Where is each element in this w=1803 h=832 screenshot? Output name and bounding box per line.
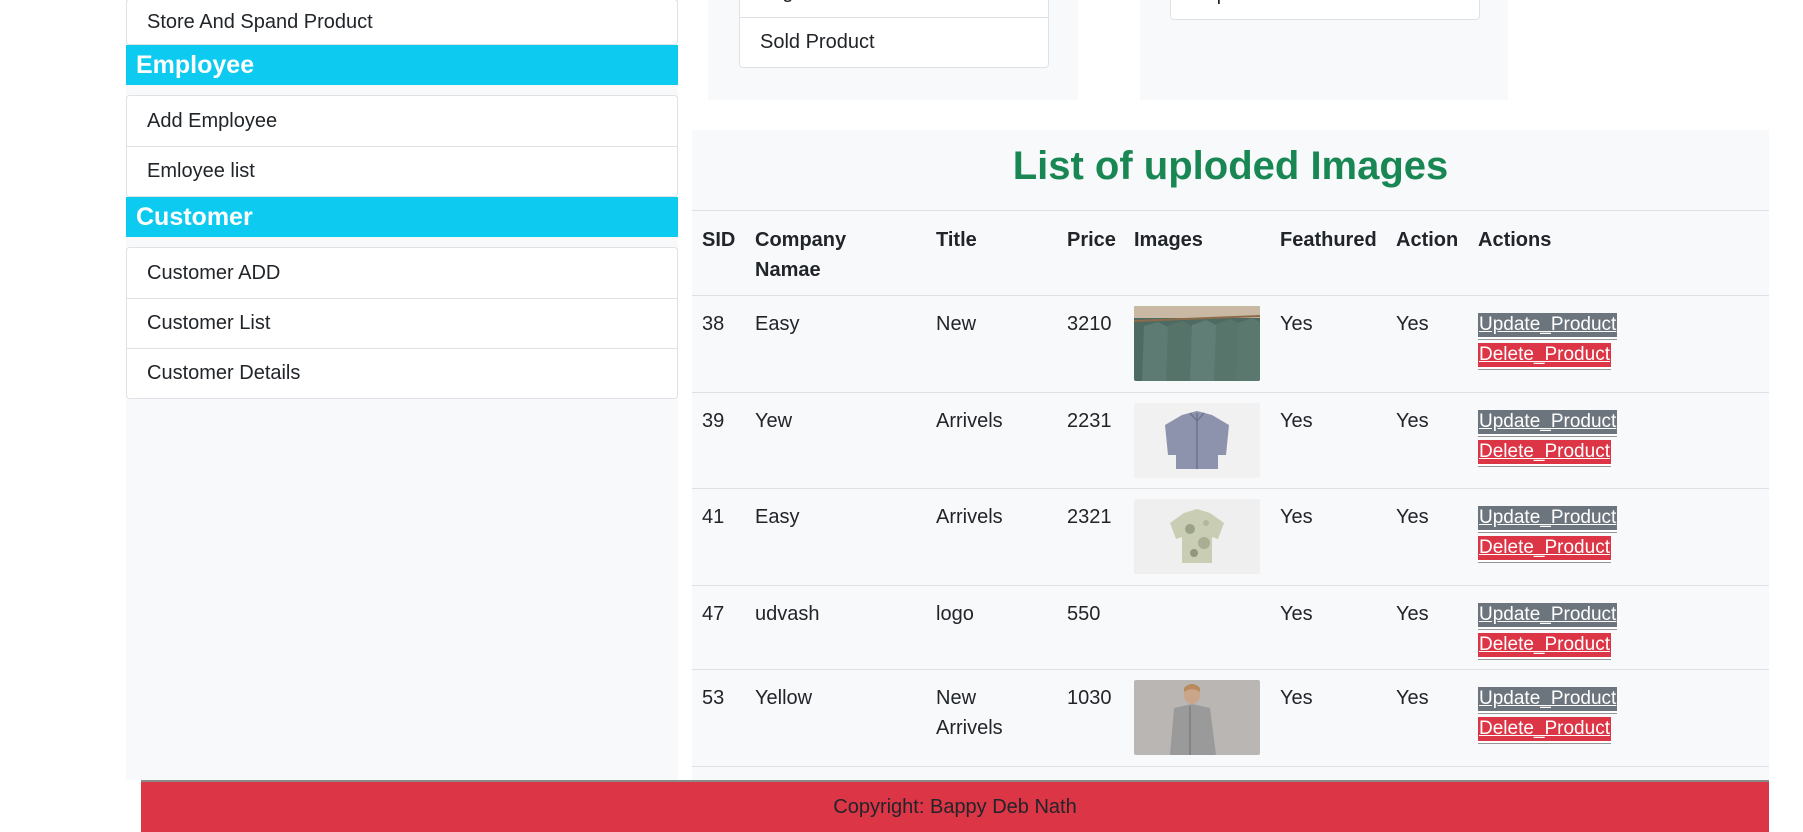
- cell-price: 2231: [1057, 392, 1124, 489]
- cell-company: Yellow: [745, 669, 926, 767]
- cell-company: Easy: [745, 488, 926, 586]
- cell-action: Yes: [1386, 669, 1468, 767]
- column-header-featured: Feathured: [1270, 211, 1386, 296]
- sidebar-item-customer-add[interactable]: Customer ADD: [127, 248, 677, 298]
- sidebar-item-employee-list[interactable]: Emloyee list: [127, 146, 677, 196]
- employee-list-group: Add Employee Emloyee list: [126, 95, 678, 197]
- update-product-button[interactable]: Update_Product: [1478, 313, 1618, 339]
- delete-product-button[interactable]: Delete_Product: [1478, 343, 1611, 369]
- cell-actions: Update_Product Delete_Product: [1468, 669, 1769, 767]
- cell-company: udvash: [745, 585, 926, 670]
- images-table: SID Company Namae Title Price Images Fea…: [692, 211, 1769, 767]
- top-left-list-group: Login Sold Product: [739, 0, 1049, 68]
- product-image-green-tshirts: [1134, 306, 1260, 381]
- table-header-row: SID Company Namae Title Price Images Fea…: [692, 211, 1769, 296]
- table-row: 41 Easy Arrivels 2321 Yes Yes Update_Pro…: [692, 488, 1769, 586]
- images-section-title: List of uploded Images: [692, 130, 1769, 211]
- table-row: 38 Easy New 3210 Yes Yes Update_Product …: [692, 295, 1769, 393]
- delete-product-button[interactable]: Delete_Product: [1478, 536, 1611, 562]
- cell-action: Yes: [1386, 488, 1468, 586]
- cell-title: New: [926, 295, 1057, 393]
- cell-image: [1124, 488, 1270, 586]
- product-image-model-grey-jacket: [1134, 680, 1260, 755]
- cell-actions: Update_Product Delete_Product: [1468, 488, 1769, 586]
- delete-product-button[interactable]: Delete_Product: [1478, 440, 1611, 466]
- cell-sid: 38: [692, 295, 745, 393]
- cell-price: 2321: [1057, 488, 1124, 586]
- column-header-sid: SID: [692, 211, 745, 296]
- cell-featured: Yes: [1270, 295, 1386, 393]
- cell-title: New Arrivels: [926, 669, 1057, 767]
- menu-item-sold-product[interactable]: Sold Product: [740, 17, 1048, 67]
- cell-title: logo: [926, 585, 1057, 670]
- cell-sid: 47: [692, 585, 745, 670]
- cell-featured: Yes: [1270, 392, 1386, 489]
- employee-section-header: Employee: [126, 45, 678, 85]
- delete-product-button[interactable]: Delete_Product: [1478, 633, 1611, 659]
- customer-section-header: Customer: [126, 197, 678, 237]
- sidebar-item-customer-list[interactable]: Customer List: [127, 298, 677, 348]
- cell-action: Yes: [1386, 585, 1468, 670]
- update-product-button[interactable]: Update_Product: [1478, 603, 1618, 629]
- update-product-button[interactable]: Update_Product: [1478, 410, 1618, 436]
- cell-price: 550: [1057, 585, 1124, 670]
- cell-sid: 41: [692, 488, 745, 586]
- cell-sid: 53: [692, 669, 745, 767]
- menu-item-report[interactable]: Report: [1171, 0, 1479, 19]
- column-header-price: Price: [1057, 211, 1124, 296]
- column-header-action: Action: [1386, 211, 1468, 296]
- cell-actions: Update_Product Delete_Product: [1468, 295, 1769, 393]
- store-list-group: Store And Spand Product: [126, 0, 678, 45]
- cell-title: Arrivels: [926, 488, 1057, 586]
- menu-item-login[interactable]: Login: [740, 0, 1048, 17]
- copyright-text: Copyright: Bappy Deb Nath: [833, 795, 1077, 818]
- cell-featured: Yes: [1270, 488, 1386, 586]
- cell-image: [1124, 669, 1270, 767]
- cell-image-empty: [1124, 585, 1270, 670]
- column-header-company: Company Namae: [745, 211, 926, 296]
- sidebar-item-store-spend[interactable]: Store And Spand Product: [127, 0, 677, 44]
- update-product-button[interactable]: Update_Product: [1478, 506, 1618, 532]
- cell-price: 3210: [1057, 295, 1124, 393]
- cell-action: Yes: [1386, 392, 1468, 489]
- delete-product-button[interactable]: Delete_Product: [1478, 717, 1611, 743]
- product-image-camouflage-shirt: [1134, 499, 1260, 574]
- update-product-button[interactable]: Update_Product: [1478, 687, 1618, 713]
- column-header-title: Title: [926, 211, 1057, 296]
- uploaded-images-panel: List of uploded Images SID Company Namae…: [692, 130, 1769, 780]
- cell-action: Yes: [1386, 295, 1468, 393]
- cell-image: [1124, 295, 1270, 393]
- table-row: 53 Yellow New Arrivels 1030 Yes Yes Upda…: [692, 669, 1769, 767]
- top-right-card: Report: [1140, 0, 1508, 100]
- table-row: 47 udvash logo 550 Yes Yes Update_Produc…: [692, 585, 1769, 670]
- table-row: 39 Yew Arrivels 2231 Yes Yes Update_Prod…: [692, 392, 1769, 489]
- cell-title: Arrivels: [926, 392, 1057, 489]
- sidebar-item-add-employee[interactable]: Add Employee: [127, 96, 677, 146]
- cell-actions: Update_Product Delete_Product: [1468, 585, 1769, 670]
- customer-list-group: Customer ADD Customer List Customer Deta…: [126, 247, 678, 399]
- cell-company: Yew: [745, 392, 926, 489]
- cell-image: [1124, 392, 1270, 489]
- column-header-actions: Actions: [1468, 211, 1769, 296]
- footer: Copyright: Bappy Deb Nath: [141, 780, 1769, 832]
- sidebar-item-customer-details[interactable]: Customer Details: [127, 348, 677, 398]
- cell-sid: 39: [692, 392, 745, 489]
- top-left-card: Login Sold Product: [708, 0, 1078, 100]
- sidebar: Store And Spand Product Employee Add Emp…: [126, 0, 678, 780]
- cell-featured: Yes: [1270, 669, 1386, 767]
- cell-actions: Update_Product Delete_Product: [1468, 392, 1769, 489]
- cell-featured: Yes: [1270, 585, 1386, 670]
- column-header-images: Images: [1124, 211, 1270, 296]
- cell-price: 1030: [1057, 669, 1124, 767]
- product-image-blue-shirt: [1134, 403, 1260, 478]
- top-right-list-group: Report: [1170, 0, 1480, 20]
- cell-company: Easy: [745, 295, 926, 393]
